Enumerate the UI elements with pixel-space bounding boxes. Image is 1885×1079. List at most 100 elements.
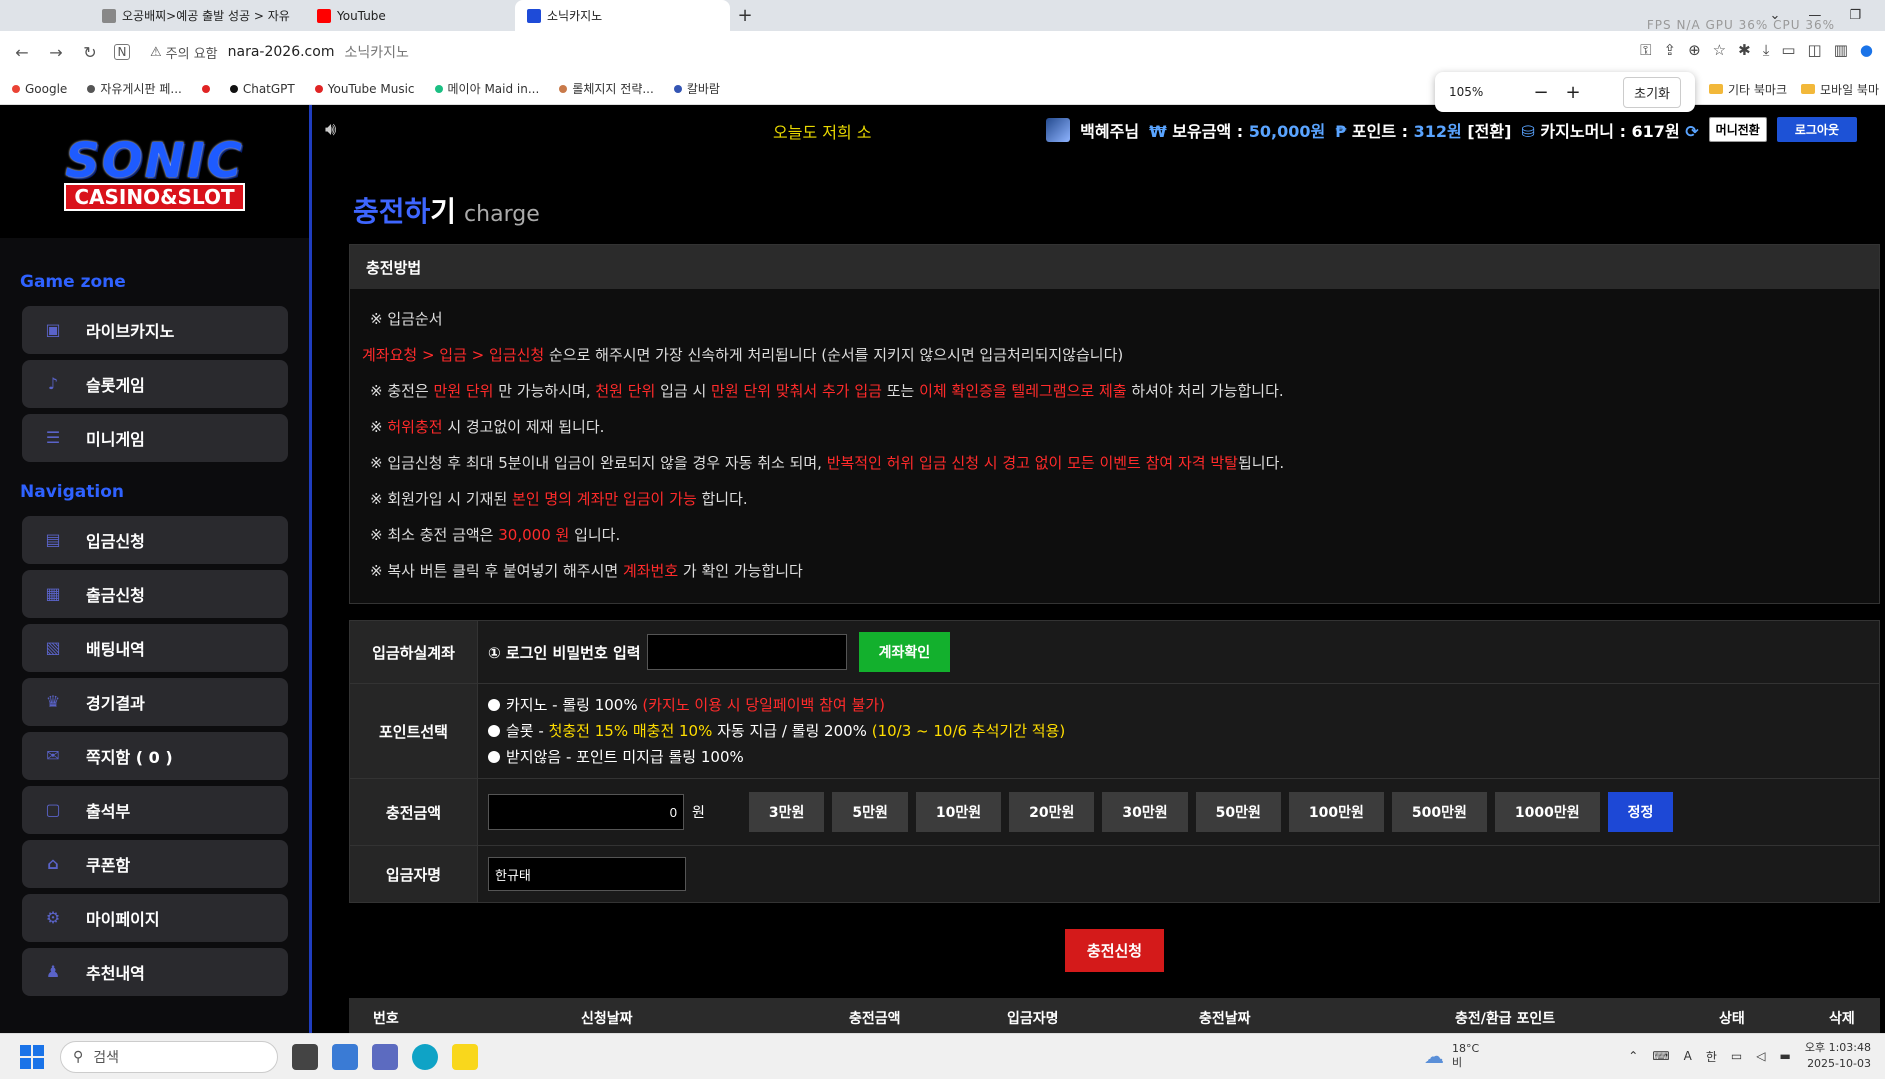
notice-text: 됩니다. bbox=[1237, 454, 1285, 472]
maximize-icon[interactable]: ❐ bbox=[1849, 8, 1861, 23]
radio-button[interactable] bbox=[488, 699, 500, 711]
point-option-casino[interactable]: 카지노 - 롤링 100% (카지노 이용 시 당일페이백 참여 불가) bbox=[478, 692, 1879, 718]
kakaotalk-icon[interactable] bbox=[452, 1043, 478, 1070]
amount-button[interactable]: 10만원 bbox=[915, 792, 1002, 832]
keyboard-icon[interactable]: ⌨ bbox=[1652, 1049, 1669, 1063]
favorite-icon[interactable]: ☆ bbox=[1713, 41, 1726, 59]
bookmark-1[interactable]: 자유게시판 페... bbox=[87, 80, 182, 97]
point-option-slot[interactable]: 슬롯 - 첫충전 15% 매충전 10% 자동 지급 / 롤링 200% (10… bbox=[478, 718, 1879, 744]
bookmark-7[interactable]: 칼바람 bbox=[673, 80, 720, 97]
windows-start-icon[interactable] bbox=[20, 1044, 44, 1069]
amount-button[interactable]: 3만원 bbox=[748, 792, 825, 832]
app-icon[interactable] bbox=[372, 1043, 398, 1070]
tab-search-icon[interactable]: ⌄ bbox=[1769, 8, 1780, 23]
sidebar-item-messages[interactable]: ✉ 쪽지함 ( 0 ) bbox=[22, 732, 288, 780]
money-convert-button[interactable]: 머니전환 bbox=[1708, 117, 1767, 142]
browser-tab-1[interactable]: YouTube bbox=[305, 0, 515, 31]
sidebar-item-withdraw[interactable]: ▦ 출금신청 bbox=[22, 570, 288, 618]
download-icon[interactable]: ⤓ bbox=[1763, 41, 1770, 59]
amount-button[interactable]: 500만원 bbox=[1391, 792, 1487, 832]
amount-button[interactable]: 20만원 bbox=[1009, 792, 1095, 832]
naver-icon[interactable]: N bbox=[114, 44, 130, 60]
new-tab-button[interactable]: + bbox=[730, 0, 760, 31]
charge-submit-button[interactable]: 충전신청 bbox=[1064, 929, 1165, 972]
screen-capture-icon[interactable]: ▭ bbox=[1781, 41, 1795, 59]
sidebar-item-attendance[interactable]: ▢ 출석부 bbox=[22, 786, 288, 834]
radio-button[interactable] bbox=[488, 725, 500, 737]
sidebar-item-bet-history[interactable]: ▧ 배팅내역 bbox=[22, 624, 288, 672]
point-option-none[interactable]: 받지않음 - 포인트 미지급 롤링 100% bbox=[478, 744, 1879, 770]
taskbar: ⚲ 검색 ☁ 18°C 비 ⌃ ⌨ A 한 ▭ ◁ ▬ 오후 1:03:48 20… bbox=[0, 1033, 1885, 1079]
ime-mode-a[interactable]: A bbox=[1684, 1049, 1692, 1063]
sidebar-item-referrals[interactable]: ♟ 추천내역 bbox=[22, 948, 288, 996]
mobile-bookmarks-folder[interactable]: 모바일 북마 bbox=[1800, 81, 1879, 98]
volume-icon[interactable]: ◁ bbox=[1756, 1049, 1765, 1063]
sidebar-item-slot[interactable]: ♪ 슬롯게임 bbox=[22, 360, 288, 408]
task-view-icon[interactable] bbox=[292, 1043, 318, 1070]
amount-button[interactable]: 100만원 bbox=[1288, 792, 1384, 832]
url-field[interactable]: ⚠ 주의 요함 nara-2026.com 소닉카지노 bbox=[150, 42, 409, 62]
share-icon[interactable]: ⇪ bbox=[1664, 41, 1677, 59]
photos-icon[interactable] bbox=[332, 1043, 358, 1070]
casino-money-label: 카지노머니 : 617원 bbox=[1540, 121, 1680, 141]
sidebar-item-mini-game[interactable]: ☰ 미니게임 bbox=[22, 414, 288, 462]
other-bookmarks-folder[interactable]: 기타 북마크 bbox=[1708, 81, 1787, 98]
amount-button[interactable]: 50만원 bbox=[1195, 792, 1281, 832]
logout-button[interactable]: 로그아웃 bbox=[1776, 117, 1857, 142]
whale-browser-icon[interactable] bbox=[412, 1043, 438, 1070]
back-icon[interactable]: ← bbox=[12, 43, 32, 62]
depositor-input[interactable] bbox=[488, 857, 686, 891]
minimize-icon[interactable]: — bbox=[1808, 8, 1821, 23]
sidebar-item-mypage[interactable]: ⚙ 마이페이지 bbox=[22, 894, 288, 942]
zoom-out-button[interactable]: − bbox=[1529, 82, 1553, 103]
sidebar-item-results[interactable]: ♛ 경기결과 bbox=[22, 678, 288, 726]
amount-button[interactable]: 30만원 bbox=[1102, 792, 1188, 832]
amount-button[interactable]: 1000만원 bbox=[1494, 792, 1600, 832]
amount-button[interactable]: 5만원 bbox=[832, 792, 908, 832]
browser-tab-0[interactable]: 오공배찌>예공 출발 성공 > 자유 bbox=[90, 0, 305, 31]
bookmark-5[interactable]: 메이아 Maid in... bbox=[434, 80, 539, 97]
account-check-button[interactable]: 계좌확인 bbox=[858, 632, 951, 672]
bookmark-6[interactable]: 롤체지지 전략... bbox=[559, 80, 654, 97]
zoom-icon[interactable]: ⊕ bbox=[1688, 41, 1701, 59]
notice-line: ※ 회원가입 시 기재된 본인 명의 계좌만 입금이 가능 합니다. bbox=[370, 481, 1859, 517]
sidebar-item-coupons[interactable]: ⌂ 쿠폰함 bbox=[22, 840, 288, 888]
zoom-reset-button[interactable]: 초기화 bbox=[1623, 76, 1681, 108]
site-logo[interactable]: SONIC CASINO&SLOT bbox=[0, 105, 309, 238]
battery-icon[interactable]: ▬ bbox=[1780, 1049, 1791, 1063]
refresh-icon[interactable]: ⟳ bbox=[1685, 122, 1698, 141]
forward-icon[interactable]: → bbox=[46, 43, 66, 62]
chevron-up-icon[interactable]: ⌃ bbox=[1628, 1049, 1638, 1063]
ime-mode-korean[interactable]: 한 bbox=[1706, 1048, 1717, 1065]
bookmark-3[interactable]: ChatGPT bbox=[229, 82, 295, 96]
point-convert-link[interactable]: [전환] bbox=[1467, 122, 1511, 141]
warning-icon: ⚠ bbox=[150, 44, 162, 60]
weather-widget[interactable]: ☁ 18°C 비 bbox=[1424, 1042, 1479, 1070]
amount-reset-button[interactable]: 정정 bbox=[1607, 792, 1674, 832]
bookmark-2[interactable] bbox=[201, 84, 210, 93]
key-icon[interactable]: ⚿ bbox=[1640, 41, 1651, 59]
password-input[interactable] bbox=[646, 634, 847, 670]
tab-label: 소닉카지노 bbox=[547, 9, 603, 23]
sidebar-item-live-casino[interactable]: ▣ 라이브카지노 bbox=[22, 306, 288, 354]
sidebar-item-deposit[interactable]: ▤ 입금신청 bbox=[22, 516, 288, 564]
extensions-icon[interactable]: ✱ bbox=[1738, 41, 1751, 59]
zoom-in-button[interactable]: + bbox=[1561, 82, 1585, 103]
taskbar-search[interactable]: ⚲ 검색 bbox=[60, 1040, 278, 1073]
profile-icon[interactable]: ● bbox=[1860, 41, 1873, 59]
amount-input[interactable] bbox=[488, 794, 684, 830]
split-view-icon[interactable]: ◫ bbox=[1808, 41, 1822, 59]
bookmark-0[interactable]: Google bbox=[12, 82, 67, 96]
radio-button[interactable] bbox=[488, 751, 500, 763]
notice-line: 계좌요청 > 입금 > 입금신청 순으로 해주시면 가장 신속하게 처리됩니다 … bbox=[362, 337, 1859, 373]
calendar-icon: ▢ bbox=[45, 800, 61, 819]
url-page-title: 소닉카지노 bbox=[344, 45, 409, 61]
bookmark-4[interactable]: YouTube Music bbox=[314, 82, 415, 96]
browser-tab-2[interactable]: 소닉카지노 bbox=[515, 0, 730, 31]
clock[interactable]: 오후 1:03:48 2025-10-03 bbox=[1805, 1040, 1871, 1072]
sidebar-toggle-icon[interactable]: ▥ bbox=[1834, 41, 1848, 59]
network-icon[interactable]: ▭ bbox=[1731, 1049, 1742, 1063]
chip-icon: ⛁ bbox=[1521, 121, 1535, 141]
security-warning-chip[interactable]: ⚠ 주의 요함 bbox=[150, 43, 218, 62]
reload-icon[interactable]: ↻ bbox=[80, 43, 100, 62]
